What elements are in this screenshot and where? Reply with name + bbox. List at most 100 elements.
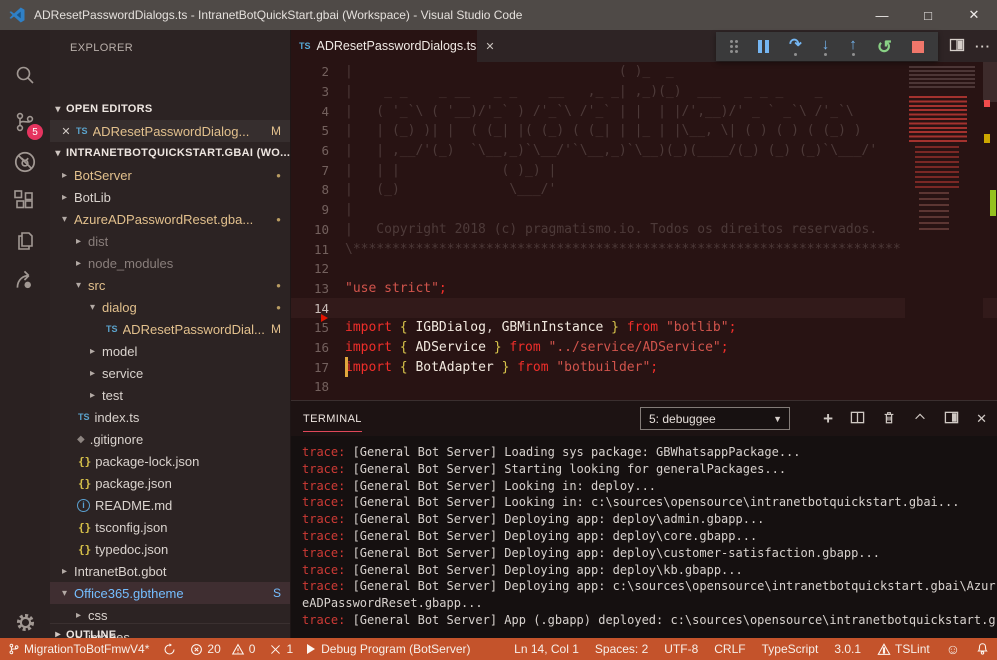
line-number[interactable]: 11 bbox=[291, 242, 345, 257]
split-editor-icon[interactable] bbox=[949, 37, 965, 56]
panel-position-icon[interactable] bbox=[944, 410, 959, 428]
terminal-select[interactable]: 5: debuggee ▼ bbox=[640, 407, 790, 430]
more-actions-icon[interactable]: ··· bbox=[975, 39, 991, 54]
code-line-9[interactable]: 9| bbox=[291, 200, 997, 220]
indentation-item[interactable]: Spaces: 2 bbox=[595, 642, 648, 656]
maximize-panel-icon[interactable] bbox=[913, 410, 927, 427]
debug-launch-item[interactable]: Debug Program (BotServer) bbox=[307, 642, 470, 656]
tree-item-dialog[interactable]: ▾dialog● bbox=[50, 296, 291, 318]
outline-header[interactable]: ▸ OUTLINE bbox=[50, 623, 291, 638]
settings-gear-icon[interactable] bbox=[0, 602, 50, 642]
line-number[interactable]: 8 bbox=[291, 182, 345, 197]
open-editor-item[interactable]: ✕ TS ADResetPasswordDialog... M bbox=[50, 120, 291, 142]
language-mode-item[interactable]: TypeScript bbox=[762, 642, 819, 656]
ts-version-item[interactable]: 3.0.1 bbox=[834, 642, 861, 656]
drag-handle-icon[interactable] bbox=[730, 40, 738, 53]
line-number[interactable]: 7 bbox=[291, 163, 345, 178]
problems-item[interactable]: 20 0 bbox=[190, 642, 255, 656]
close-panel-icon[interactable]: ✕ bbox=[976, 411, 987, 427]
line-number[interactable]: 3 bbox=[291, 84, 345, 99]
code-line-3[interactable]: 3| _ _ _ __ _ _ __ ,_ _| ,_)(_) ___ _ _ … bbox=[291, 82, 997, 102]
code-line-10[interactable]: 10| Copyright 2018 (c) pragmatismo.io. T… bbox=[291, 220, 997, 240]
minimap[interactable] bbox=[905, 62, 983, 400]
step-into-button[interactable]: ↓ bbox=[822, 37, 830, 56]
code-editor[interactable]: 2| ( )_ _3| _ _ _ __ _ _ __ ,_ _| ,_)(_)… bbox=[291, 62, 997, 400]
tree-item-gitignore[interactable]: ◆.gitignore bbox=[50, 428, 291, 450]
tree-item-office365-gbtheme[interactable]: ▾Office365.gbthemeS bbox=[50, 582, 291, 604]
share-icon[interactable] bbox=[0, 260, 50, 300]
tree-item-typedoc-json[interactable]: {}typedoc.json bbox=[50, 538, 291, 560]
git-branch-item[interactable]: MigrationToBotFmwV4* bbox=[8, 642, 149, 656]
kill-terminal-icon[interactable] bbox=[882, 410, 896, 428]
cursor-position-item[interactable]: Ln 14, Col 1 bbox=[514, 642, 579, 656]
line-number[interactable]: 18 bbox=[291, 379, 345, 394]
workspace-header[interactable]: ▾ INTRANETBOTQUICKSTART.GBAI (WO... bbox=[50, 142, 291, 164]
tab-adresetpassworddialogs[interactable]: TS ADResetPasswordDialogs.ts ✕ bbox=[291, 30, 477, 62]
stop-button[interactable] bbox=[912, 41, 924, 53]
tree-item-index-ts[interactable]: TSindex.ts bbox=[50, 406, 291, 428]
code-line-7[interactable]: 7| | | ( )_) | bbox=[291, 160, 997, 180]
code-line-13[interactable]: 13"use strict"; bbox=[291, 279, 997, 299]
restart-button[interactable]: ↺ bbox=[877, 38, 892, 56]
scrollbar-slider[interactable] bbox=[983, 62, 997, 102]
split-terminal-icon[interactable] bbox=[850, 410, 865, 428]
feedback-smiley-icon[interactable]: ☺ bbox=[946, 641, 960, 657]
pause-button[interactable] bbox=[758, 40, 769, 53]
code-line-14[interactable]: 14 bbox=[291, 298, 997, 318]
tree-item-dist[interactable]: ▸dist bbox=[50, 230, 291, 252]
code-line-16[interactable]: 16import { ADService } from "../service/… bbox=[291, 338, 997, 358]
tree-item-azureadpasswordreset-gba[interactable]: ▾AzureADPasswordReset.gba...● bbox=[50, 208, 291, 230]
tree-item-package-json[interactable]: {}package.json bbox=[50, 472, 291, 494]
code-line-15[interactable]: 15import { IGBDialog, GBMinInstance } fr… bbox=[291, 318, 997, 338]
tree-item-tsconfig-json[interactable]: {}tsconfig.json bbox=[50, 516, 291, 538]
line-number[interactable]: 10 bbox=[291, 222, 345, 237]
notifications-bell-icon[interactable] bbox=[976, 642, 989, 656]
maximize-button[interactable]: □ bbox=[905, 0, 951, 30]
code-line-5[interactable]: 5| | (_) )| | ( (_| |( (_) ( (_| | |_ | … bbox=[291, 121, 997, 141]
eol-item[interactable]: CRLF bbox=[714, 642, 745, 656]
tree-item-readme-md[interactable]: iREADME.md bbox=[50, 494, 291, 516]
tree-item-service[interactable]: ▸service bbox=[50, 362, 291, 384]
files-icon[interactable] bbox=[0, 221, 50, 261]
sync-icon[interactable] bbox=[163, 643, 176, 656]
tab-close-icon[interactable]: ✕ bbox=[485, 40, 494, 53]
line-number[interactable]: 14 bbox=[291, 301, 345, 316]
tasks-item[interactable]: 1 bbox=[269, 642, 293, 656]
line-number[interactable]: 4 bbox=[291, 104, 345, 119]
tree-item-intranetbot-gbot[interactable]: ▸IntranetBot.gbot bbox=[50, 560, 291, 582]
tslint-item[interactable]: TSLint bbox=[877, 642, 930, 656]
terminal-output[interactable]: trace: [General Bot Server] Loading sys … bbox=[302, 444, 997, 639]
code-line-17[interactable]: 17import { BotAdapter } from "botbuilder… bbox=[291, 357, 997, 377]
line-number[interactable]: 17 bbox=[291, 360, 345, 375]
line-number[interactable]: 2 bbox=[291, 64, 345, 79]
close-editor-icon[interactable]: ✕ bbox=[58, 125, 74, 138]
tree-item-src[interactable]: ▾src● bbox=[50, 274, 291, 296]
tree-item-botserver[interactable]: ▸BotServer● bbox=[50, 164, 291, 186]
open-editors-header[interactable]: ▾ OPEN EDITORS bbox=[50, 98, 291, 120]
code-line-12[interactable]: 12 bbox=[291, 259, 997, 279]
tree-item-node-modules[interactable]: ▸node_modules bbox=[50, 252, 291, 274]
overview-ruler[interactable] bbox=[983, 62, 997, 400]
debug-icon[interactable] bbox=[0, 142, 50, 182]
line-number[interactable]: 13 bbox=[291, 281, 345, 296]
code-line-2[interactable]: 2| ( )_ _ bbox=[291, 62, 997, 82]
step-out-button[interactable]: ↑ bbox=[849, 37, 857, 56]
code-line-11[interactable]: 11\*************************************… bbox=[291, 239, 997, 259]
source-control-icon[interactable]: 5 bbox=[0, 102, 50, 142]
new-terminal-icon[interactable]: + bbox=[823, 409, 833, 429]
line-number[interactable]: 12 bbox=[291, 261, 345, 276]
line-number[interactable]: 16 bbox=[291, 340, 345, 355]
line-number[interactable]: 5 bbox=[291, 123, 345, 138]
step-over-button[interactable]: ↷ bbox=[789, 37, 802, 56]
terminal-tab[interactable]: TERMINAL bbox=[303, 405, 362, 432]
tree-item-botlib[interactable]: ▸BotLib bbox=[50, 186, 291, 208]
line-number[interactable]: 6 bbox=[291, 143, 345, 158]
tree-item-package-lock-json[interactable]: {}package-lock.json bbox=[50, 450, 291, 472]
line-number[interactable]: 9 bbox=[291, 202, 345, 217]
search-icon[interactable] bbox=[0, 55, 50, 95]
tree-item-test[interactable]: ▸test bbox=[50, 384, 291, 406]
code-line-4[interactable]: 4| ( '_`\ ( '__)/'_` ) /'_`\ /'_` | | | … bbox=[291, 101, 997, 121]
tree-item-model[interactable]: ▸model bbox=[50, 340, 291, 362]
line-number[interactable]: 15 bbox=[291, 320, 345, 335]
code-line-6[interactable]: 6| | ,__/'(_) `\__,_)`\__/'`\__,_)`\__)(… bbox=[291, 141, 997, 161]
